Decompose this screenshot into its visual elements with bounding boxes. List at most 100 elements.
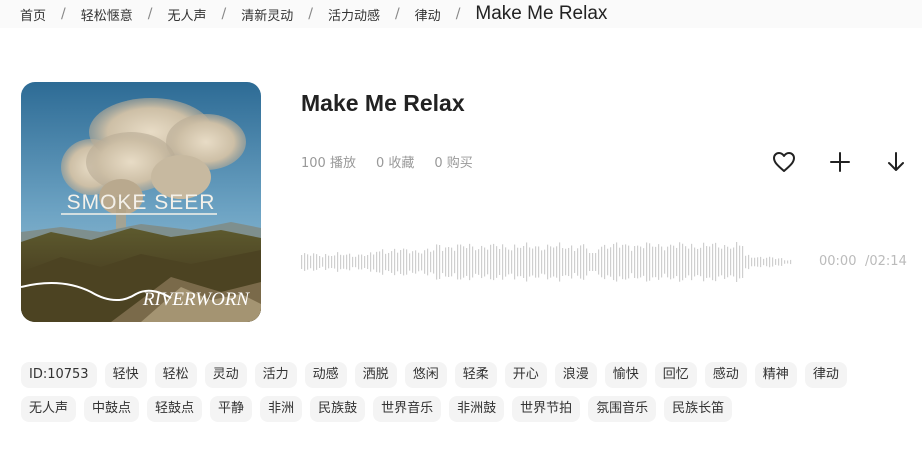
waveform-bar: [382, 249, 384, 275]
tag-chip[interactable]: 浪漫: [554, 362, 597, 388]
add-to-playlist-button[interactable]: [826, 148, 854, 176]
waveform-bar: [340, 254, 342, 270]
tag-chip[interactable]: 平静: [210, 396, 253, 422]
waveform-bar: [697, 248, 699, 276]
waveform-bar: [415, 250, 417, 274]
tag-chip[interactable]: 愉快: [604, 362, 647, 388]
breadcrumb-separator: /: [455, 6, 461, 22]
waveform-bar: [520, 247, 522, 277]
waveform-bar: [577, 248, 579, 276]
waveform-bar: [643, 248, 645, 276]
waveform-bar: [460, 244, 462, 280]
tag-chip[interactable]: 无人声: [21, 396, 77, 422]
waveform-bar: [421, 253, 423, 271]
tag-chip[interactable]: 轻快: [104, 362, 147, 388]
waveform-bar: [514, 244, 516, 280]
waveform-bar: [517, 247, 519, 277]
waveform-bar: [334, 255, 336, 269]
waveform-bar: [727, 246, 729, 278]
tag-chip[interactable]: 轻松: [154, 362, 197, 388]
tag-chip[interactable]: 悠闲: [404, 362, 447, 388]
waveform-bar: [760, 256, 762, 268]
tag-chip[interactable]: 回忆: [654, 362, 697, 388]
waveform-bar: [322, 257, 324, 267]
tag-chip[interactable]: 感动: [704, 362, 747, 388]
waveform-bar: [592, 253, 594, 271]
tag-chip[interactable]: 中鼓点: [84, 396, 140, 422]
waveform-bar: [436, 244, 438, 280]
waveform-bar: [658, 244, 660, 280]
waveform-bar: [427, 248, 429, 276]
waveform-bar: [763, 258, 765, 266]
breadcrumb-separator: /: [308, 6, 313, 22]
waveform-bar: [454, 250, 456, 274]
waveform-bar: [445, 247, 447, 277]
tag-chip[interactable]: 开心: [504, 362, 547, 388]
breadcrumb-item-fresh[interactable]: 清新灵动: [241, 5, 293, 24]
waveform-bar: [448, 246, 450, 278]
track-stats: 100 播放 0 收藏 0 购买: [301, 152, 473, 171]
waveform-bar: [550, 246, 552, 278]
tag-chip[interactable]: 非洲鼓: [449, 396, 505, 422]
total-time: /02:14: [865, 254, 907, 269]
breadcrumb-item-relaxed[interactable]: 轻松惬意: [81, 5, 133, 24]
waveform-bar: [724, 245, 726, 279]
waveform-bar: [364, 256, 366, 268]
waveform-bar: [712, 243, 714, 281]
waveform-bar: [718, 247, 720, 277]
waveform-bar: [319, 256, 321, 268]
waveform-bar: [397, 252, 399, 272]
breadcrumb-item-rhythm[interactable]: 律动: [415, 5, 441, 24]
tag-chip[interactable]: 世界节拍: [512, 396, 581, 422]
waveform-bar: [733, 247, 735, 277]
waveform-bar: [607, 248, 609, 276]
tag-chip[interactable]: 轻鼓点: [147, 396, 203, 422]
waveform-bar: [562, 248, 564, 276]
tag-chip[interactable]: 律动: [804, 362, 847, 388]
waveform-bar: [409, 253, 411, 271]
tag-chip[interactable]: 洒脱: [354, 362, 397, 388]
waveform-seekbar[interactable]: [301, 240, 793, 284]
waveform-bar: [352, 256, 354, 268]
waveform-bar: [616, 242, 618, 282]
tag-chip[interactable]: 活力: [254, 362, 297, 388]
breadcrumb-item-no-vocals[interactable]: 无人声: [167, 5, 206, 24]
tag-chip[interactable]: 民族长笛: [664, 396, 733, 422]
tag-chip[interactable]: 精神: [754, 362, 797, 388]
tag-chip[interactable]: 世界音乐: [373, 396, 442, 422]
tag-chip[interactable]: 动感: [304, 362, 347, 388]
waveform-bar: [694, 247, 696, 277]
breadcrumb-item-energetic[interactable]: 活力动感: [328, 5, 380, 24]
favorite-button[interactable]: [770, 148, 798, 176]
waveform-bar: [691, 243, 693, 281]
breadcrumb-separator: /: [394, 6, 400, 22]
breadcrumb-separator: /: [221, 6, 227, 22]
waveform-bar: [310, 255, 312, 269]
waveform-bar: [745, 255, 747, 269]
tag-chip[interactable]: 氛围音乐: [588, 396, 657, 422]
waveform-bar: [376, 251, 378, 273]
download-button[interactable]: [882, 148, 910, 176]
tag-chip[interactable]: 民族鼓: [310, 396, 366, 422]
waveform-bar: [628, 245, 630, 279]
waveform-bar: [730, 248, 732, 276]
waveform-bar: [349, 253, 351, 271]
waveform-bar: [313, 253, 315, 271]
waveform-bar: [568, 247, 570, 277]
waveform-bar: [610, 247, 612, 277]
waveform-bar: [385, 253, 387, 271]
waveform-bar: [580, 245, 582, 279]
waveform-bar: [742, 246, 744, 278]
tag-chip[interactable]: 轻柔: [454, 362, 497, 388]
waveform-bar: [736, 242, 738, 282]
waveform-bar: [355, 256, 357, 268]
waveform-bar: [649, 243, 651, 281]
tag-chip[interactable]: 非洲: [260, 396, 303, 422]
tag-chip[interactable]: 灵动: [204, 362, 247, 388]
waveform-bar: [688, 248, 690, 276]
tag-chip[interactable]: ID:10753: [21, 362, 97, 388]
waveform-bar: [406, 249, 408, 275]
waveform-bar: [475, 250, 477, 274]
waveform-bar: [523, 246, 525, 278]
breadcrumb-item-home[interactable]: 首页: [20, 5, 46, 24]
